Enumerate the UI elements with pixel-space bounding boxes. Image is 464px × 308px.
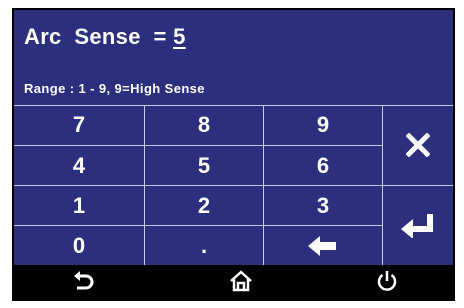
key-2[interactable]: 2 [145, 186, 263, 225]
numeric-keypad: 7 8 9 4 5 6 1 2 3 0 . [14, 105, 453, 265]
key-5[interactable]: 5 [145, 146, 263, 185]
power-button[interactable] [357, 265, 417, 301]
key-8[interactable]: 8 [145, 105, 263, 145]
enter-icon [401, 213, 435, 238]
power-icon [376, 270, 398, 297]
setting-label: Arc Sense = [24, 24, 167, 49]
key-decimal-point[interactable]: . [145, 226, 263, 265]
enter-button[interactable] [383, 186, 453, 265]
back-arrow-icon [73, 270, 95, 297]
key-3[interactable]: 3 [264, 186, 382, 225]
back-button[interactable] [54, 265, 114, 301]
left-arrow-icon [308, 235, 338, 256]
key-0[interactable]: 0 [14, 226, 144, 265]
clear-button[interactable] [383, 105, 453, 185]
home-icon [229, 269, 253, 297]
key-7[interactable]: 7 [14, 105, 144, 145]
key-6[interactable]: 6 [264, 146, 382, 185]
home-button[interactable] [211, 265, 271, 301]
key-1[interactable]: 1 [14, 186, 144, 225]
key-4[interactable]: 4 [14, 146, 144, 185]
key-9[interactable]: 9 [264, 105, 382, 145]
range-hint: Range : 1 - 9, 9=High Sense [24, 81, 205, 96]
display-screen: Arc Sense = 5 Range : 1 - 9, 9=High Sens… [12, 8, 455, 301]
bottom-nav-bar [12, 265, 455, 301]
backspace-button[interactable] [264, 226, 382, 265]
setting-value: 5 [173, 24, 186, 49]
arc-sense-panel: Arc Sense = 5 Range : 1 - 9, 9=High Sens… [14, 10, 453, 265]
page-title: Arc Sense = 5 [24, 24, 186, 50]
x-icon [406, 133, 430, 157]
